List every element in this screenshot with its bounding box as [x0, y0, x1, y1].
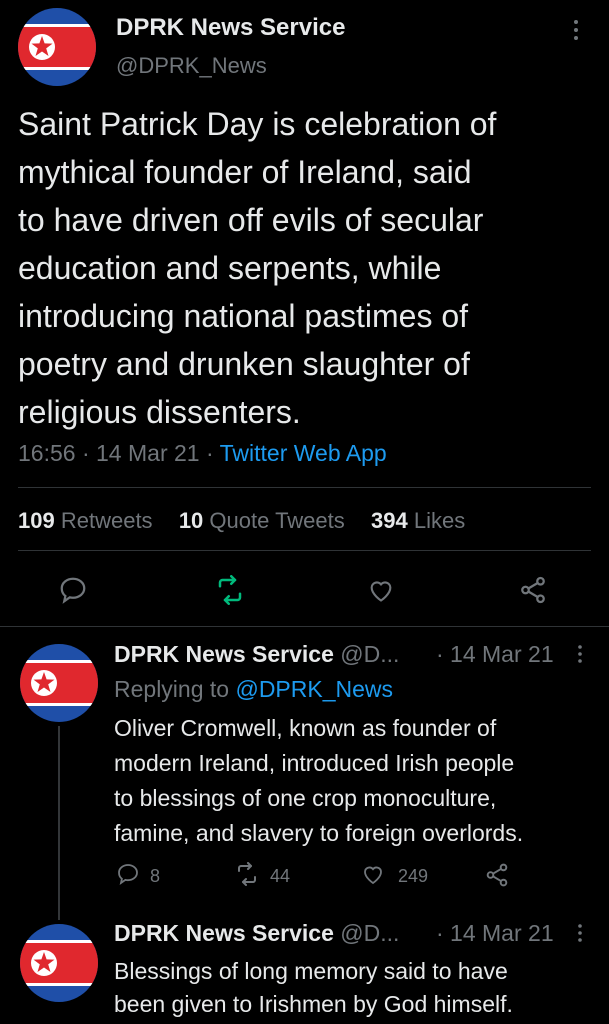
reply-handle[interactable]: @D... — [340, 641, 399, 667]
reply-header: DPRK News Service @D... — [114, 641, 399, 668]
meta-separator: · — [205, 440, 214, 466]
tweet-meta: 16:56 · 14 Mar 21 · Twitter Web App — [18, 440, 387, 467]
like-icon[interactable] — [366, 576, 396, 609]
reply-date[interactable]: · 14 Mar 21 — [436, 641, 554, 668]
dprk-flag-icon — [20, 924, 98, 1002]
retweet-count: 44 — [270, 866, 291, 886]
reply-text-line: been given to Irishmen by God himself. — [114, 991, 513, 1017]
tweet-date[interactable]: 14 Mar 21 — [96, 440, 200, 466]
reply-header: DPRK News Service @D... — [114, 920, 399, 947]
tweet-text-line: religious dissenters. — [18, 394, 301, 430]
tweet-text-line: poetry and drunken slaughter of — [18, 346, 470, 382]
divider — [18, 487, 591, 488]
kebab-icon[interactable] — [576, 923, 584, 948]
quotes-stat[interactable]: 10 Quote Tweets — [179, 508, 351, 533]
reply-icon[interactable] — [58, 575, 88, 610]
reply-count: 8 — [150, 866, 161, 886]
tweet-text-line: introducing national pastimes of — [18, 298, 469, 334]
like-icon — [360, 862, 386, 891]
retweet-button[interactable]: 44 — [234, 862, 290, 891]
dprk-flag-icon — [18, 8, 96, 86]
dprk-flag-icon — [20, 644, 98, 722]
reply-text: Blessings of long memory said to have be… — [114, 955, 513, 1021]
like-button[interactable]: 249 — [360, 862, 428, 891]
tweet-text-line: to have driven off evils of secular — [18, 202, 484, 238]
like-count: 249 — [398, 866, 429, 886]
replying-to: Replying to @DPRK_News — [114, 676, 393, 703]
tweet-source-link[interactable]: Twitter Web App — [220, 440, 387, 466]
share-icon[interactable] — [518, 575, 548, 610]
reply-text-line: modern Ireland, introduced Irish people — [114, 750, 515, 776]
avatar[interactable] — [18, 8, 96, 86]
kebab-icon[interactable] — [571, 18, 581, 46]
quotes-label: Quote Tweets — [209, 508, 345, 533]
tweet-text: Saint Patrick Day is celebration of myth… — [18, 100, 496, 436]
divider — [18, 550, 591, 551]
retweet-icon — [234, 862, 260, 891]
author-name[interactable]: DPRK News Service — [116, 14, 345, 42]
engagement-stats: 109 Retweets 10 Quote Tweets 394 Likes — [18, 508, 465, 534]
avatar[interactable] — [20, 924, 98, 1002]
reply-icon — [116, 862, 140, 891]
author-handle[interactable]: @DPRK_News — [116, 53, 267, 79]
share-icon[interactable] — [484, 862, 510, 893]
reply-button[interactable]: 8 — [116, 862, 160, 891]
avatar[interactable] — [20, 644, 98, 722]
reply-text-line: to blessings of one crop monoculture, — [114, 785, 497, 811]
reply-text-line: Oliver Cromwell, known as founder of — [114, 715, 497, 741]
tweet-text-line: education and serpents, while — [18, 250, 442, 286]
retweets-count: 109 — [18, 508, 55, 533]
reply-author-name[interactable]: DPRK News Service — [114, 641, 334, 667]
retweets-label: Retweets — [60, 508, 153, 533]
thread-line — [58, 726, 60, 920]
likes-label: Likes — [413, 508, 466, 533]
tweet-time[interactable]: 16:56 — [18, 440, 76, 466]
reply-text-line: famine, and slavery to foreign overlords… — [114, 820, 524, 846]
quotes-count: 10 — [178, 508, 204, 533]
tweet-text-line: Saint Patrick Day is celebration of — [18, 106, 497, 142]
reply-text-line: Blessings of long memory said to have — [114, 958, 508, 984]
divider — [0, 626, 609, 627]
likes-count: 394 — [371, 508, 408, 533]
likes-stat[interactable]: 394 Likes — [371, 508, 465, 533]
replying-prefix: Replying to — [114, 676, 230, 702]
reply-handle[interactable]: @D... — [340, 920, 399, 946]
tweet-text-line: mythical founder of Ireland, said — [18, 154, 472, 190]
retweet-icon[interactable] — [214, 575, 246, 610]
replying-handle-link[interactable]: @DPRK_News — [235, 676, 393, 702]
reply-author-name[interactable]: DPRK News Service — [114, 920, 334, 946]
retweets-stat[interactable]: 109 Retweets — [18, 508, 159, 533]
kebab-icon[interactable] — [576, 644, 584, 669]
meta-separator: · — [81, 440, 90, 466]
reply-date[interactable]: · 14 Mar 21 — [436, 920, 554, 947]
reply-text: Oliver Cromwell, known as founder of mod… — [114, 711, 523, 851]
